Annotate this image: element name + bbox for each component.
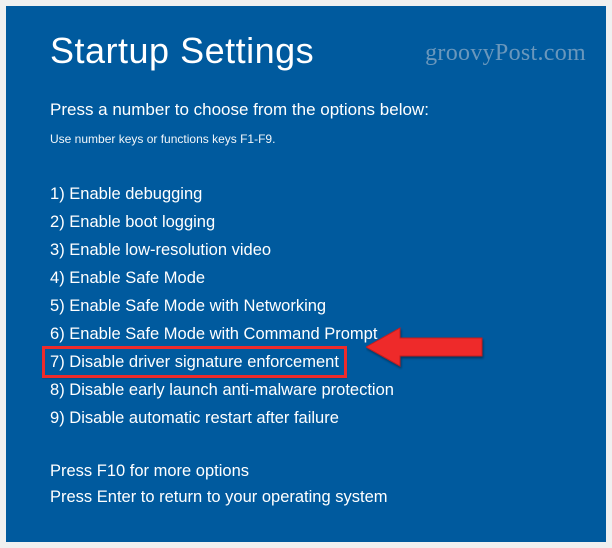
option-3[interactable]: 3) Enable low-resolution video [50, 236, 568, 264]
hint-text: Use number keys or functions keys F1-F9. [50, 132, 568, 146]
option-5[interactable]: 5) Enable Safe Mode with Networking [50, 292, 568, 320]
option-2[interactable]: 2) Enable boot logging [50, 208, 568, 236]
page-title: Startup Settings [50, 30, 568, 72]
option-9[interactable]: 9) Disable automatic restart after failu… [50, 404, 568, 432]
options-list: 1) Enable debugging 2) Enable boot loggi… [50, 180, 568, 432]
option-4[interactable]: 4) Enable Safe Mode [50, 264, 568, 292]
option-8[interactable]: 8) Disable early launch anti-malware pro… [50, 376, 568, 404]
footer-line-more: Press F10 for more options [50, 458, 388, 484]
footer: Press F10 for more options Press Enter t… [50, 458, 388, 510]
option-6[interactable]: 6) Enable Safe Mode with Command Prompt [50, 320, 568, 348]
option-7[interactable]: 7) Disable driver signature enforcement [50, 348, 568, 376]
footer-line-return: Press Enter to return to your operating … [50, 484, 388, 510]
startup-settings-screen: groovyPost.com Startup Settings Press a … [6, 6, 606, 542]
option-1[interactable]: 1) Enable debugging [50, 180, 568, 208]
instruction-text: Press a number to choose from the option… [50, 100, 568, 120]
